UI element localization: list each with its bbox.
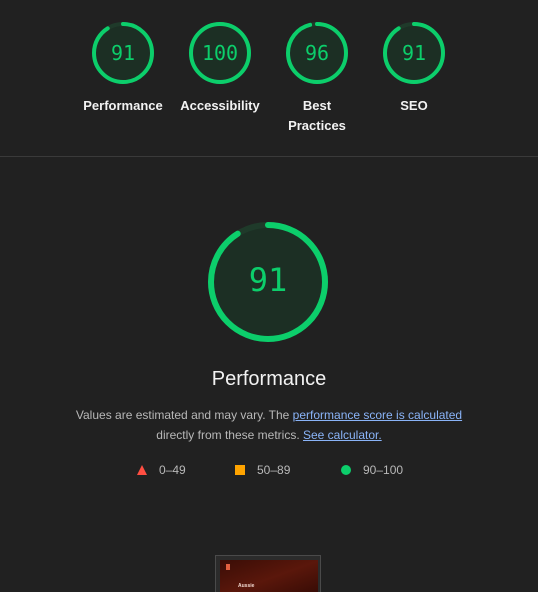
screenshot-text: Aussie [238,583,255,589]
gauge-label: Best Practices [288,98,346,133]
circle-icon [341,465,351,475]
final-screenshot-thumbnail[interactable]: Aussie [215,555,321,592]
screenshot-image: Aussie [220,560,318,592]
desc-text: Values are estimated and may vary. The [75,408,293,422]
category-scores: 91 Performance 100 Accessibility 96 Best… [0,0,538,156]
gauge-score: 100 [201,41,239,65]
gauge-best-practices[interactable]: 96 Best Practices [267,20,367,136]
score-legend: 0–49 50–89 90–100 [0,462,538,480]
gauge-label: SEO [400,98,428,113]
gauge-label: Performance [83,98,163,113]
gauge-ring: 96 [284,20,350,86]
gauge-accessibility[interactable]: 100 Accessibility [170,20,270,116]
logo-icon [226,564,230,570]
score-description: Values are estimated and may vary. The p… [40,405,498,445]
gauge-performance[interactable]: 91 Performance [73,20,173,116]
section-title: Performance [211,368,327,390]
main-score: 91 [248,261,288,299]
gauge-score: 91 [110,41,136,65]
triangle-icon [137,465,147,475]
gauge-ring: 100 [187,20,253,86]
gauge-score: 91 [401,41,427,65]
gauge-seo[interactable]: 91 SEO [364,20,464,116]
gauge-ring: 91 [90,20,156,86]
legend-range: 50–89 [257,463,291,477]
gauge-ring: 91 [381,20,447,86]
legend-range: 90–100 [363,463,404,477]
square-icon [235,465,245,475]
score-calculation-link[interactable]: performance score is calculated [293,408,462,422]
see-calculator-link[interactable]: See calculator. [303,428,382,442]
legend-range: 0–49 [159,463,186,477]
performance-gauge-large: 91 [206,220,330,344]
section-divider [0,156,538,157]
gauge-label: Accessibility [180,98,260,113]
desc-text: directly from these metrics. [156,428,303,442]
gauge-score: 96 [304,41,330,65]
lighthouse-report: 91 Performance 100 Accessibility 96 Best… [0,0,538,592]
